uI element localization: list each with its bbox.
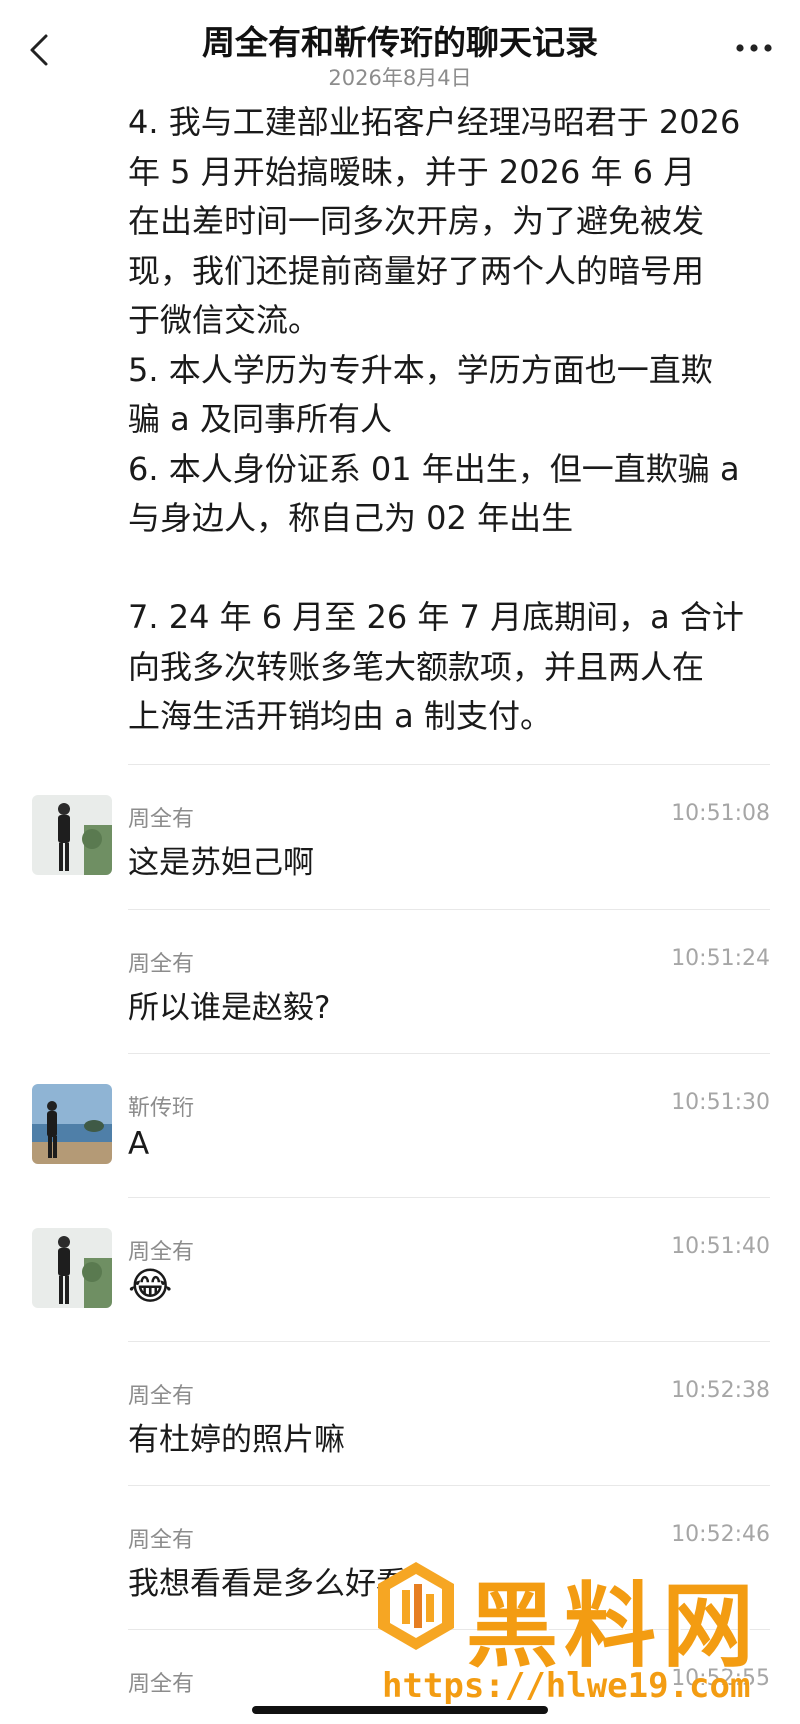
message-time: 10:52:55 xyxy=(671,1666,770,1691)
sender-name: 周全有 xyxy=(128,952,195,977)
sender-name: 周全有 xyxy=(128,1528,195,1553)
content-line: 在出差时间一同多次开房，为了避免被发 xyxy=(128,202,705,240)
sender-name: 周全有 xyxy=(128,807,195,832)
page-title: 周全有和靳传珩的聊天记录 xyxy=(202,23,598,62)
content-line: 于微信交流。 xyxy=(128,301,321,339)
content-line: 6. 本人身份证系 01 年出生，但一直欺骗 a xyxy=(128,449,740,488)
message-text: 所以谁是赵毅? xyxy=(128,990,331,1026)
content-line: 5. 本人学历为专升本，学历方面也一直欺 xyxy=(128,350,713,389)
message-text: 我想看看是多么好看 xyxy=(128,1566,407,1602)
content-line: 现，我们还提前商量好了两个人的暗号用 xyxy=(128,251,705,290)
avatar xyxy=(32,1228,112,1308)
chat-message[interactable]: 靳传珩 10:51:30 A xyxy=(0,1054,800,1198)
message-time: 10:52:38 xyxy=(671,1378,770,1403)
content-line: 7. 24 年 6 月至 26 年 7 月底期间，a 合计 xyxy=(128,598,744,636)
user-photo-icon xyxy=(32,795,112,875)
chat-message[interactable]: 周全有 10:51:08 这是苏妲己啊 xyxy=(0,765,800,909)
user-photo-icon xyxy=(32,1084,112,1164)
chat-message[interactable]: 周全有 10:52:46 我想看看是多么好看 xyxy=(0,1486,800,1630)
message-text: 有杜婷的照片嘛 xyxy=(128,1422,345,1458)
sender-name: 周全有 xyxy=(128,1240,195,1265)
message-time: 10:51:40 xyxy=(671,1234,770,1259)
sender-name: 靳传珩 xyxy=(128,1096,195,1121)
user-photo-icon xyxy=(32,1228,112,1308)
more-options-button[interactable] xyxy=(734,38,774,58)
emoji-text: 😂 xyxy=(128,1264,173,1308)
chat-message[interactable]: 周全有 10:51:40 😂 xyxy=(0,1198,800,1342)
content-line: 4. 我与工建部业拓客户经理冯昭君于 2026 xyxy=(128,103,741,141)
chat-message[interactable]: 周全有 10:52:38 有杜婷的照片嘛 xyxy=(0,1342,800,1486)
more-dots-icon xyxy=(736,44,772,52)
content-line: 骗 a 及同事所有人 xyxy=(128,400,392,438)
sender-name: 周全有 xyxy=(128,1672,195,1697)
chat-message[interactable]: 周全有 10:51:24 所以谁是赵毅? xyxy=(0,910,800,1054)
message-time: 10:51:08 xyxy=(671,801,770,826)
forwarded-message-content: 4. 我与工建部业拓客户经理冯昭君于 2026 年 5 月开始搞暧昧，并于 20… xyxy=(128,98,778,742)
content-line: 向我多次转账多笔大额款项，并且两人在 xyxy=(128,647,705,686)
message-text: 这是苏妲己啊 xyxy=(128,845,314,881)
home-indicator[interactable] xyxy=(252,1706,548,1714)
message-time: 10:51:30 xyxy=(671,1090,770,1115)
avatar xyxy=(32,795,112,875)
message-text: A xyxy=(128,1126,150,1162)
message-time: 10:51:24 xyxy=(671,946,770,971)
nav-header: 周全有和靳传珩的聊天记录 2026年8月4日 xyxy=(0,0,800,98)
avatar xyxy=(32,1084,112,1164)
sender-name: 周全有 xyxy=(128,1384,195,1409)
chat-date: 2026年8月4日 xyxy=(328,66,472,90)
content-line: 年 5 月开始搞暧昧，并于 2026 年 6 月 xyxy=(128,152,696,191)
message-time: 10:52:46 xyxy=(671,1522,770,1547)
content-line: 上海生活开销均由 a 制支付。 xyxy=(128,697,552,735)
content-line: 与身边人，称自己为 02 年出生 xyxy=(128,499,574,537)
